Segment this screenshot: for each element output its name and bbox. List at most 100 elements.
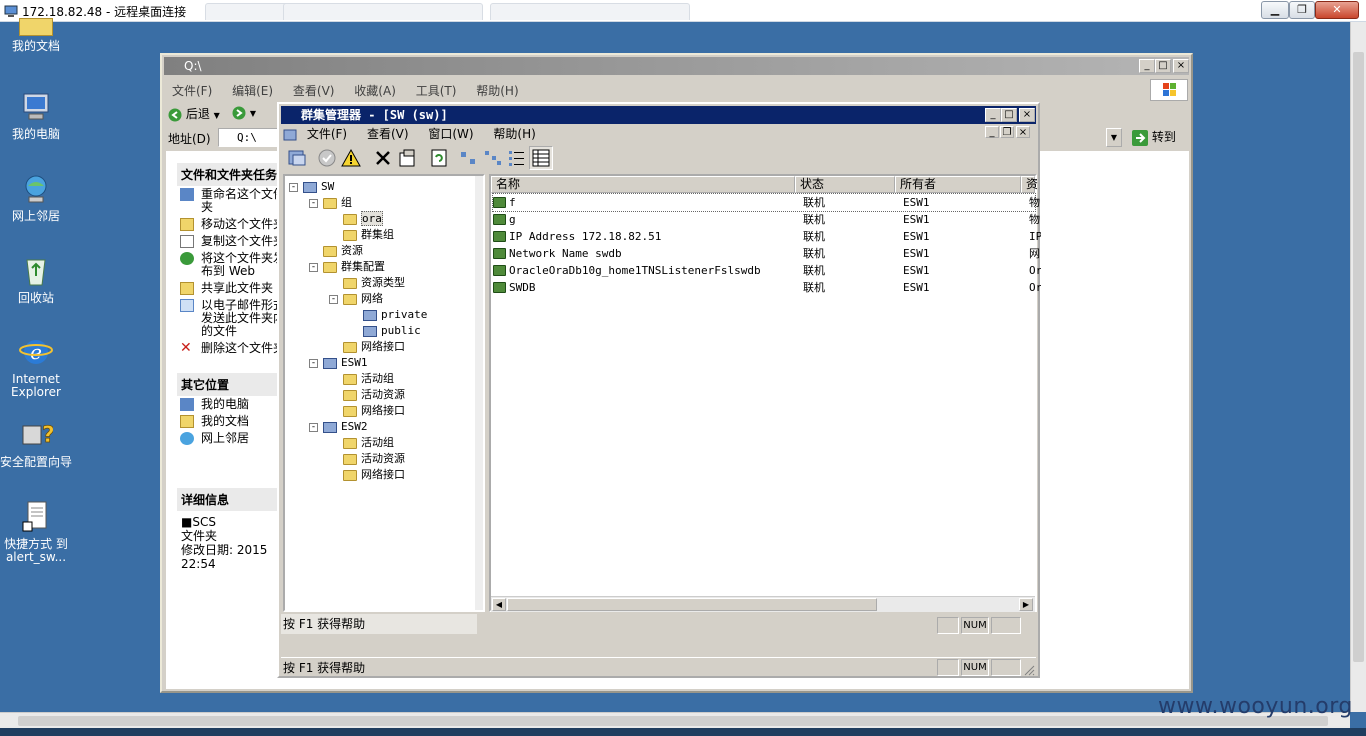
column-header-state[interactable]: 状态 bbox=[795, 176, 895, 193]
rdp-close-button[interactable]: ✕ bbox=[1315, 1, 1359, 19]
task-rename[interactable]: 重命名这个文件夹 bbox=[177, 186, 287, 216]
tree-expander-icon[interactable]: - bbox=[309, 263, 318, 272]
scroll-right-arrow-icon[interactable]: ▶ bbox=[1019, 598, 1033, 611]
small-icons-button[interactable] bbox=[481, 146, 505, 170]
column-header-type[interactable]: 资 bbox=[1021, 176, 1038, 193]
cm-child-close-button[interactable]: × bbox=[1016, 126, 1030, 138]
refresh-button[interactable] bbox=[427, 146, 451, 170]
tree-node[interactable]: 活动组 bbox=[343, 436, 394, 450]
explorer-close-button[interactable]: × bbox=[1173, 59, 1189, 73]
explorer-menu-view[interactable]: 查看(V) bbox=[293, 84, 335, 98]
tree-node[interactable]: 群集配置 bbox=[323, 260, 385, 274]
tree-node[interactable]: 群集组 bbox=[343, 228, 394, 242]
place-network[interactable]: 网上邻居 bbox=[177, 430, 287, 447]
desktop-icon-my-documents[interactable]: 我的文档 bbox=[0, 18, 72, 53]
rdp-vertical-scrollbar[interactable] bbox=[1350, 22, 1366, 712]
explorer-menu-file[interactable]: 文件(F) bbox=[172, 84, 212, 98]
rdp-vscroll-thumb[interactable] bbox=[1353, 52, 1364, 662]
explorer-minimize-button[interactable]: _ bbox=[1139, 59, 1155, 73]
desktop-icon-my-computer[interactable]: 我的电脑 bbox=[0, 90, 72, 141]
rdp-browser-tab[interactable] bbox=[490, 3, 690, 20]
take-offline-button[interactable] bbox=[339, 146, 363, 170]
rdp-horizontal-scrollbar[interactable] bbox=[0, 712, 1350, 728]
explorer-menu-favorites[interactable]: 收藏(A) bbox=[354, 84, 396, 98]
desktop-icon-alert-shortcut[interactable]: 快捷方式 到 alert_sw... bbox=[0, 500, 72, 564]
bring-online-button[interactable] bbox=[315, 146, 339, 170]
resource-row[interactable]: OracleOraDb10g_home1TNSListenerFslswdb 联机… bbox=[493, 262, 1041, 279]
properties-button[interactable] bbox=[395, 146, 419, 170]
forward-button[interactable]: ▼ bbox=[232, 105, 256, 120]
tree-node[interactable]: private bbox=[363, 308, 427, 322]
tree-node[interactable]: 资源 bbox=[323, 244, 363, 258]
back-button[interactable]: 后退 ▼ bbox=[168, 105, 220, 122]
task-share[interactable]: 共享此文件夹 bbox=[177, 280, 287, 297]
cluster-tree[interactable]: - SW - 组 ora 群集组 资源 - 群集配置 资源类型 - 网络 private public 网络… bbox=[283, 174, 485, 612]
tree-node[interactable]: 网络 bbox=[343, 292, 383, 306]
cm-child-restore-button[interactable]: ❐ bbox=[1000, 126, 1014, 138]
resource-row[interactable]: g 联机 ESW1 物 bbox=[493, 211, 1040, 228]
rdp-hscroll-thumb[interactable] bbox=[18, 716, 1328, 726]
cm-menu-file[interactable]: 文件(F) bbox=[307, 127, 347, 141]
tree-node[interactable]: ora bbox=[343, 211, 383, 226]
tree-node[interactable]: 网络接口 bbox=[343, 340, 405, 354]
task-copy[interactable]: 复制这个文件夹 bbox=[177, 233, 287, 250]
resource-list[interactable]: 名称 状态 所有者 资 f 联机 ESW1 物 g 联机 ESW1 物 IP Address 1… bbox=[489, 174, 1041, 612]
tree-node[interactable]: public bbox=[363, 324, 421, 338]
resource-row[interactable]: SWDB 联机 ESW1 Or bbox=[493, 279, 1041, 296]
resource-row[interactable]: Network Name swdb 联机 ESW1 网 bbox=[493, 245, 1040, 262]
desktop-icon-security-wizard[interactable]: ? 安全配置向导 bbox=[0, 418, 72, 469]
delete-button[interactable] bbox=[371, 146, 395, 170]
explorer-menu-help[interactable]: 帮助(H) bbox=[476, 84, 518, 98]
large-icons-button[interactable] bbox=[457, 146, 481, 170]
tree-node[interactable]: 网络接口 bbox=[343, 404, 405, 418]
cm-menu-window[interactable]: 窗口(W) bbox=[428, 127, 473, 141]
address-dropdown-button[interactable]: ▼ bbox=[1106, 128, 1122, 147]
address-input[interactable]: Q:\ bbox=[218, 128, 278, 147]
tree-node[interactable]: SW bbox=[303, 180, 334, 194]
tree-expander-icon[interactable]: - bbox=[289, 183, 298, 192]
explorer-menu-edit[interactable]: 编辑(E) bbox=[232, 84, 273, 98]
task-publish-web[interactable]: 将这个文件夹发布到 Web bbox=[177, 250, 287, 280]
explorer-maximize-button[interactable]: □ bbox=[1155, 59, 1171, 73]
taskbar[interactable] bbox=[0, 728, 1366, 736]
rdp-browser-tab[interactable] bbox=[283, 3, 483, 20]
task-move[interactable]: 移动这个文件夹 bbox=[177, 216, 287, 233]
desktop-icon-network[interactable]: 网上邻居 bbox=[0, 172, 72, 223]
tree-node[interactable]: 网络接口 bbox=[343, 468, 405, 482]
cm-child-minimize-button[interactable]: _ bbox=[985, 126, 999, 138]
cm-menu-help[interactable]: 帮助(H) bbox=[493, 127, 535, 141]
rdp-minimize-button[interactable]: ▁ bbox=[1261, 1, 1289, 19]
place-my-documents[interactable]: 我的文档 bbox=[177, 413, 287, 430]
place-my-computer[interactable]: 我的电脑 bbox=[177, 396, 287, 413]
rdp-restore-button[interactable]: ❐ bbox=[1289, 1, 1315, 19]
tree-node[interactable]: 资源类型 bbox=[343, 276, 405, 290]
tree-node[interactable]: 活动资源 bbox=[343, 452, 405, 466]
details-view-button[interactable] bbox=[529, 146, 553, 170]
column-header-owner[interactable]: 所有者 bbox=[895, 176, 1021, 193]
file-tasks-header[interactable]: 文件和文件夹任务 bbox=[177, 163, 287, 186]
tree-expander-icon[interactable]: - bbox=[309, 423, 318, 432]
task-delete[interactable]: ✕ 删除这个文件夹 bbox=[177, 340, 287, 357]
cm-minimize-button[interactable]: _ bbox=[985, 108, 1001, 122]
tree-expander-icon[interactable]: - bbox=[329, 295, 338, 304]
explorer-menu-tools[interactable]: 工具(T) bbox=[416, 84, 457, 98]
list-view-button[interactable] bbox=[505, 146, 529, 170]
scroll-thumb[interactable] bbox=[507, 598, 877, 611]
column-header-name[interactable]: 名称 bbox=[491, 176, 795, 193]
cm-close-button[interactable]: × bbox=[1019, 108, 1035, 122]
scroll-left-arrow-icon[interactable]: ◀ bbox=[492, 598, 506, 611]
cm-maximize-button[interactable]: □ bbox=[1001, 108, 1017, 122]
tree-node[interactable]: ESW2 bbox=[323, 420, 368, 434]
list-horizontal-scrollbar[interactable]: ◀ ▶ bbox=[491, 596, 1035, 612]
desktop-icon-recycle-bin[interactable]: 回收站 bbox=[0, 254, 72, 305]
tree-node[interactable]: 组 bbox=[323, 196, 352, 210]
task-email[interactable]: 以电子邮件形式发送此文件夹内的文件 bbox=[177, 297, 287, 340]
tree-node[interactable]: 活动组 bbox=[343, 372, 394, 386]
desktop-icon-ie[interactable]: e Internet Explorer bbox=[0, 335, 72, 399]
tree-node[interactable]: 活动资源 bbox=[343, 388, 405, 402]
tree-scrollbar[interactable] bbox=[475, 176, 483, 610]
resource-row[interactable]: IP Address 172.18.82.51 联机 ESW1 IP bbox=[493, 228, 1041, 245]
resize-grip-icon[interactable] bbox=[1023, 664, 1035, 676]
details-header[interactable]: 详细信息 bbox=[177, 488, 287, 511]
other-places-header[interactable]: 其它位置 bbox=[177, 373, 287, 396]
